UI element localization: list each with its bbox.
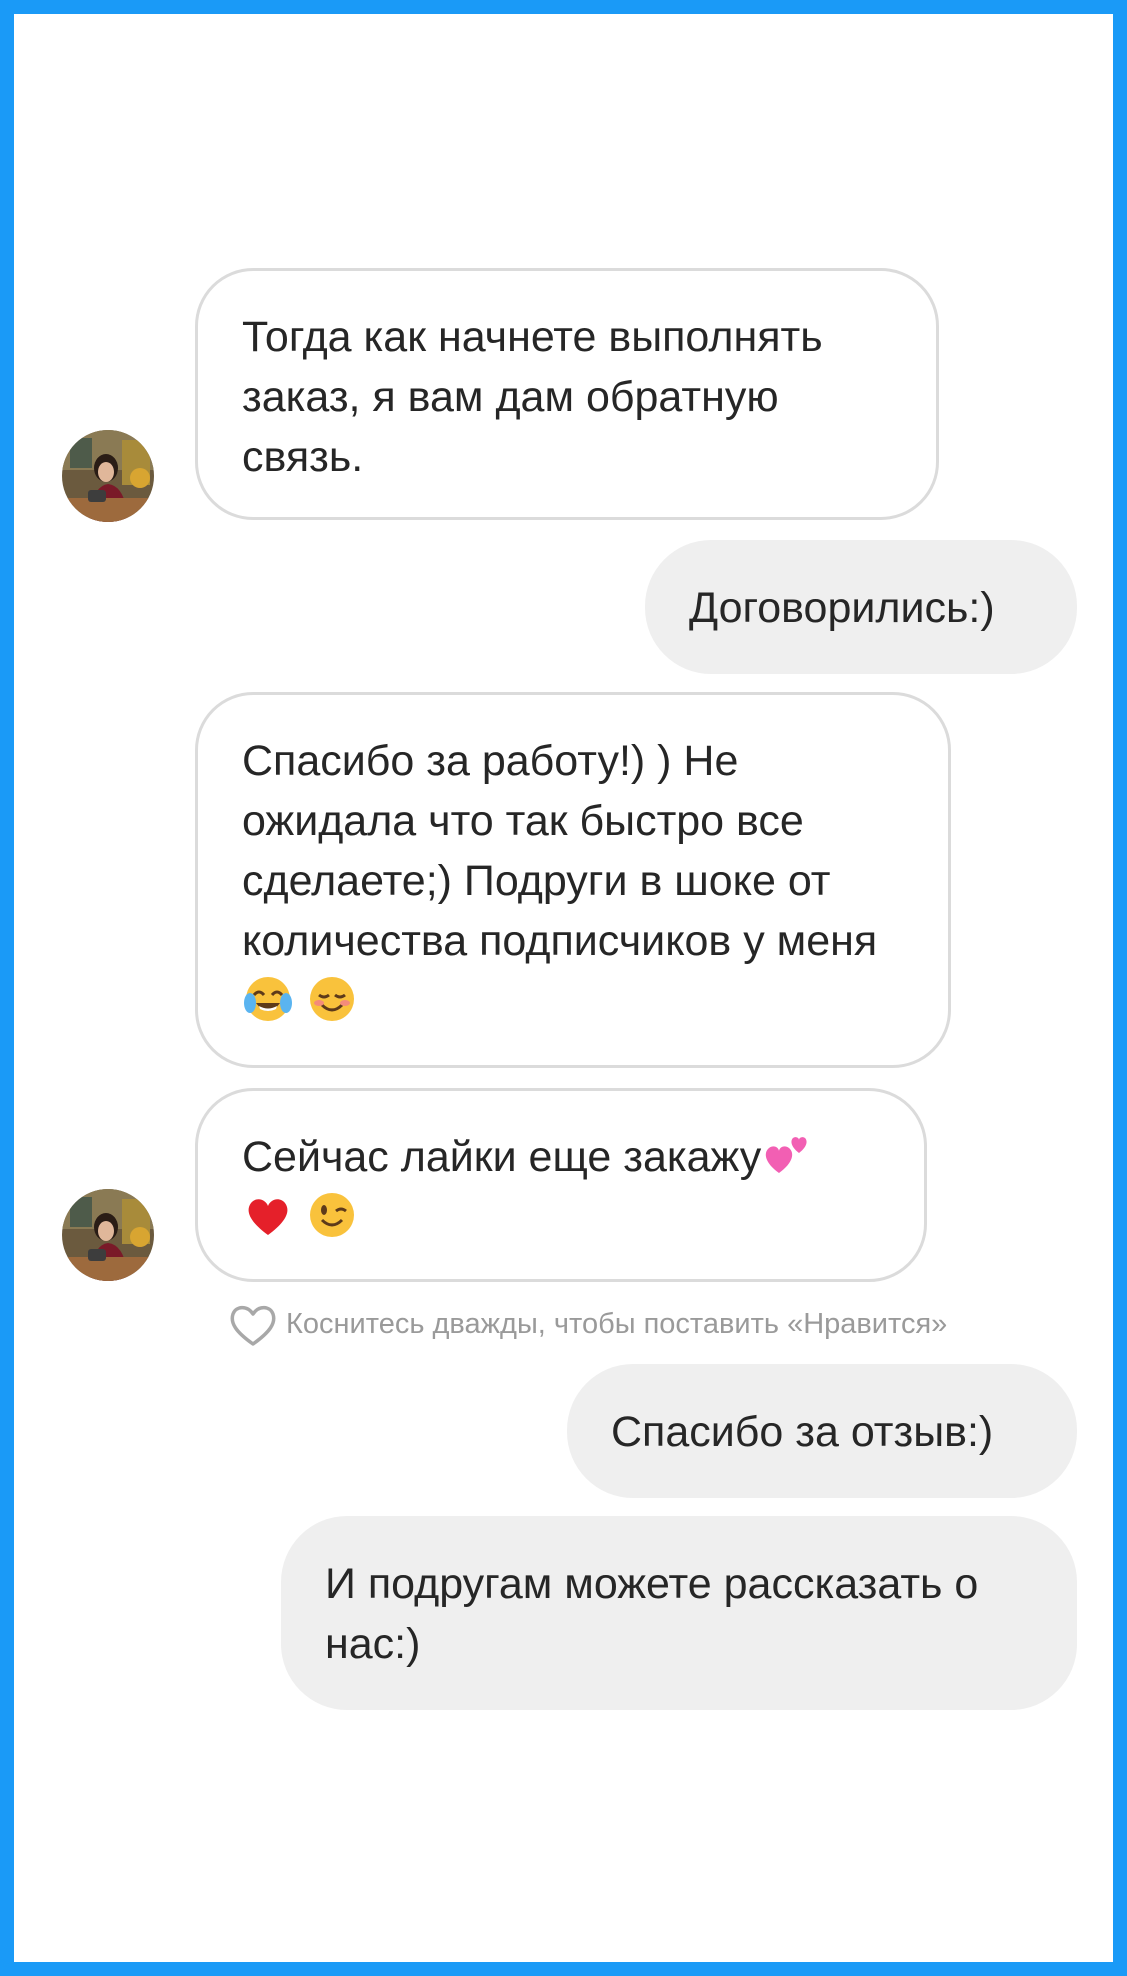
smiling-face-icon [306, 973, 358, 1025]
message-text: И подругам можете рассказать о нас:) [325, 1560, 979, 1668]
two-hearts-icon [761, 1129, 813, 1181]
heart-outline-icon [226, 1299, 280, 1349]
sender-avatar[interactable] [62, 1189, 154, 1281]
message-incoming[interactable]: Тогда как начнете выполнять заказ, я вам… [195, 268, 939, 520]
red-heart-icon [242, 1189, 294, 1241]
sender-avatar[interactable] [62, 430, 154, 522]
double-tap-like-hint[interactable]: Коснитесь дважды, чтобы поставить «Нрави… [226, 1296, 947, 1352]
message-outgoing[interactable]: И подругам можете рассказать о нас:) [281, 1516, 1077, 1710]
like-hint-text: Коснитесь дважды, чтобы поставить «Нрави… [286, 1307, 948, 1340]
message-incoming[interactable]: Сейчас лайки еще закажу [195, 1088, 927, 1282]
message-text: Сейчас лайки еще закажу [242, 1133, 762, 1181]
message-text: Спасибо за работу!) ) Не ожидала что так… [242, 737, 878, 965]
winking-face-icon [306, 1189, 358, 1241]
message-outgoing[interactable]: Договорились:) [645, 540, 1077, 674]
message-text: Договорились:) [689, 584, 995, 632]
face-with-tears-of-joy-icon [242, 973, 294, 1025]
message-incoming[interactable]: Спасибо за работу!) ) Не ожидала что так… [195, 692, 951, 1068]
message-outgoing[interactable]: Спасибо за отзыв:) [567, 1364, 1077, 1498]
message-text: Спасибо за отзыв:) [611, 1408, 994, 1456]
message-text: Тогда как начнете выполнять заказ, я вам… [242, 313, 823, 481]
